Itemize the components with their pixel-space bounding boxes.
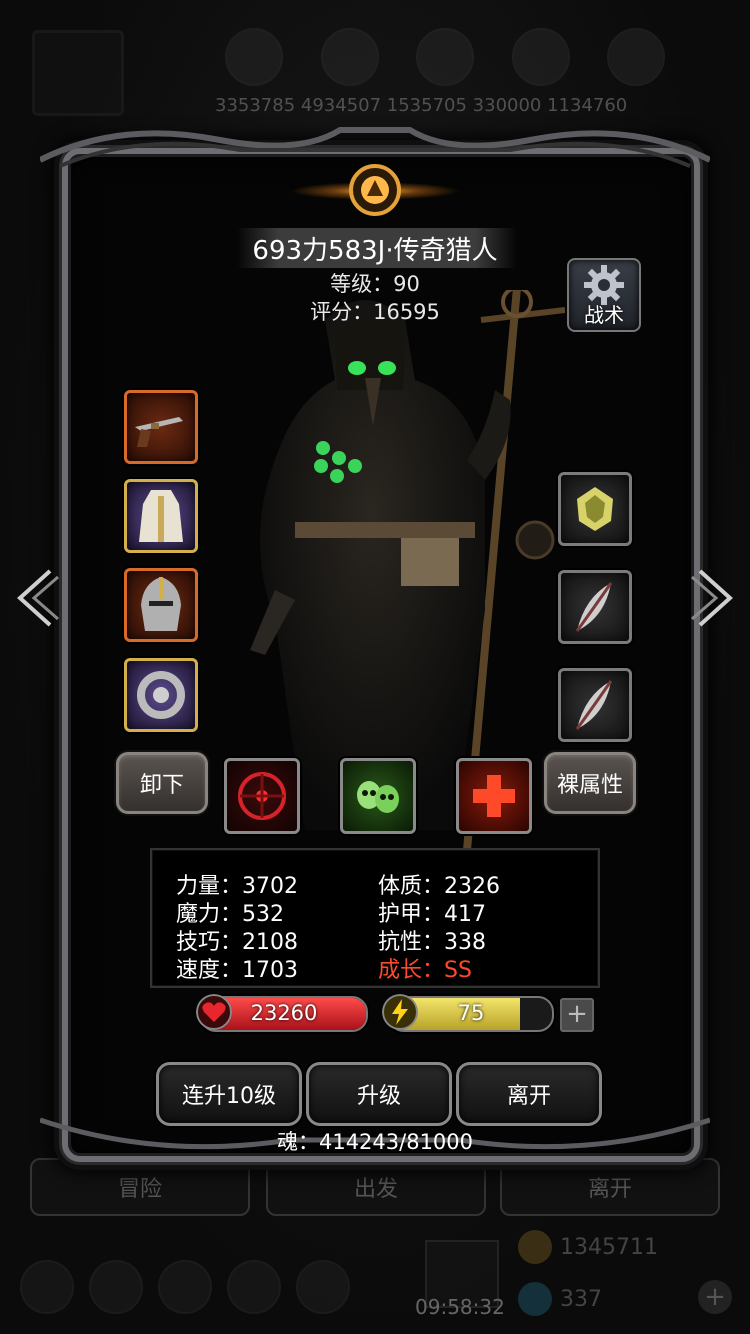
knight-helmet-icon	[141, 577, 181, 631]
crosshair-skill-icon	[238, 772, 286, 820]
background-plus-icon: +	[698, 1280, 732, 1314]
hero-level: 等级：90	[330, 272, 420, 296]
hero-score: 评分：16595	[310, 300, 440, 324]
resource-icon	[320, 28, 379, 86]
equip-slot-ring[interactable]	[124, 658, 198, 732]
equip-slot-feather-1[interactable]	[558, 570, 632, 644]
healing-cross-skill-icon	[473, 775, 515, 817]
equip-slot-weapon[interactable]	[124, 390, 198, 464]
next-hero-arrow-icon[interactable]	[690, 565, 740, 631]
stat-growth: 成长：SS	[378, 958, 472, 983]
background-blue-coins: 337	[518, 1282, 602, 1316]
feather-icon	[575, 582, 613, 632]
background-adventure-button: 冒险	[30, 1158, 250, 1216]
gold-coin-icon	[518, 1230, 552, 1264]
resource-icon	[225, 28, 283, 86]
skulls-skill-icon	[357, 781, 399, 813]
previous-hero-arrow-icon[interactable]	[10, 565, 60, 631]
stat-speed: 速度：1703	[176, 958, 298, 983]
hero-name: 693力583J·传奇猎人	[252, 236, 498, 266]
blue-coin-icon	[518, 1282, 552, 1316]
unequip-button[interactable]: 卸下	[116, 752, 208, 814]
add-energy-button[interactable]: +	[560, 998, 594, 1032]
level-up-button[interactable]: 升级	[306, 1062, 452, 1126]
background-gold-coins: 1345711	[518, 1230, 658, 1264]
soul-currency: 魂：414243/81000	[276, 1130, 474, 1154]
resource-icon	[607, 28, 665, 86]
background-leave-button: 离开	[500, 1158, 720, 1216]
resource-icon	[511, 28, 570, 86]
base-attributes-button[interactable]: 裸属性	[544, 752, 636, 814]
background-resource-numbers: 3353785 4934507 1535705 330000 1134760	[215, 95, 628, 116]
lightning-icon	[382, 994, 418, 1030]
tactics-label: 战术	[584, 303, 624, 327]
nav-icon	[296, 1260, 350, 1314]
emblem-icon	[349, 164, 401, 216]
equip-slot-armor[interactable]	[124, 479, 198, 553]
feather-icon	[575, 680, 613, 730]
gemstone-icon	[577, 487, 613, 531]
level-up-10-button[interactable]: 连升10级	[156, 1062, 302, 1126]
ornate-ring-icon	[137, 671, 185, 719]
background-bottom-icons	[20, 1260, 350, 1314]
background-menu-tile	[32, 30, 124, 116]
flintlock-pistol-icon	[135, 417, 183, 447]
tactics-button[interactable]: 战术	[567, 258, 641, 332]
background-resource-icons	[225, 28, 665, 86]
skill-slot-3[interactable]	[456, 758, 532, 834]
nav-icon	[89, 1260, 143, 1314]
resource-icon	[416, 28, 474, 86]
heart-icon	[196, 994, 232, 1030]
nav-icon	[227, 1260, 281, 1314]
equip-slot-gem[interactable]	[558, 472, 632, 546]
equip-slot-feather-2[interactable]	[558, 668, 632, 742]
background-timer: 09:58:32	[415, 1295, 505, 1319]
skill-slot-1[interactable]	[224, 758, 300, 834]
leave-button[interactable]: 离开	[456, 1062, 602, 1126]
stats-panel: 力量：3702 魔力：532 技巧：2108 速度：1703 体质：2326 护…	[150, 848, 600, 988]
skill-slot-2[interactable]	[340, 758, 416, 834]
nav-icon	[20, 1260, 74, 1314]
equip-slot-helmet[interactable]	[124, 568, 198, 642]
background-depart-button: 出发	[266, 1158, 486, 1216]
nav-icon	[158, 1260, 212, 1314]
white-robe-icon	[139, 490, 183, 542]
